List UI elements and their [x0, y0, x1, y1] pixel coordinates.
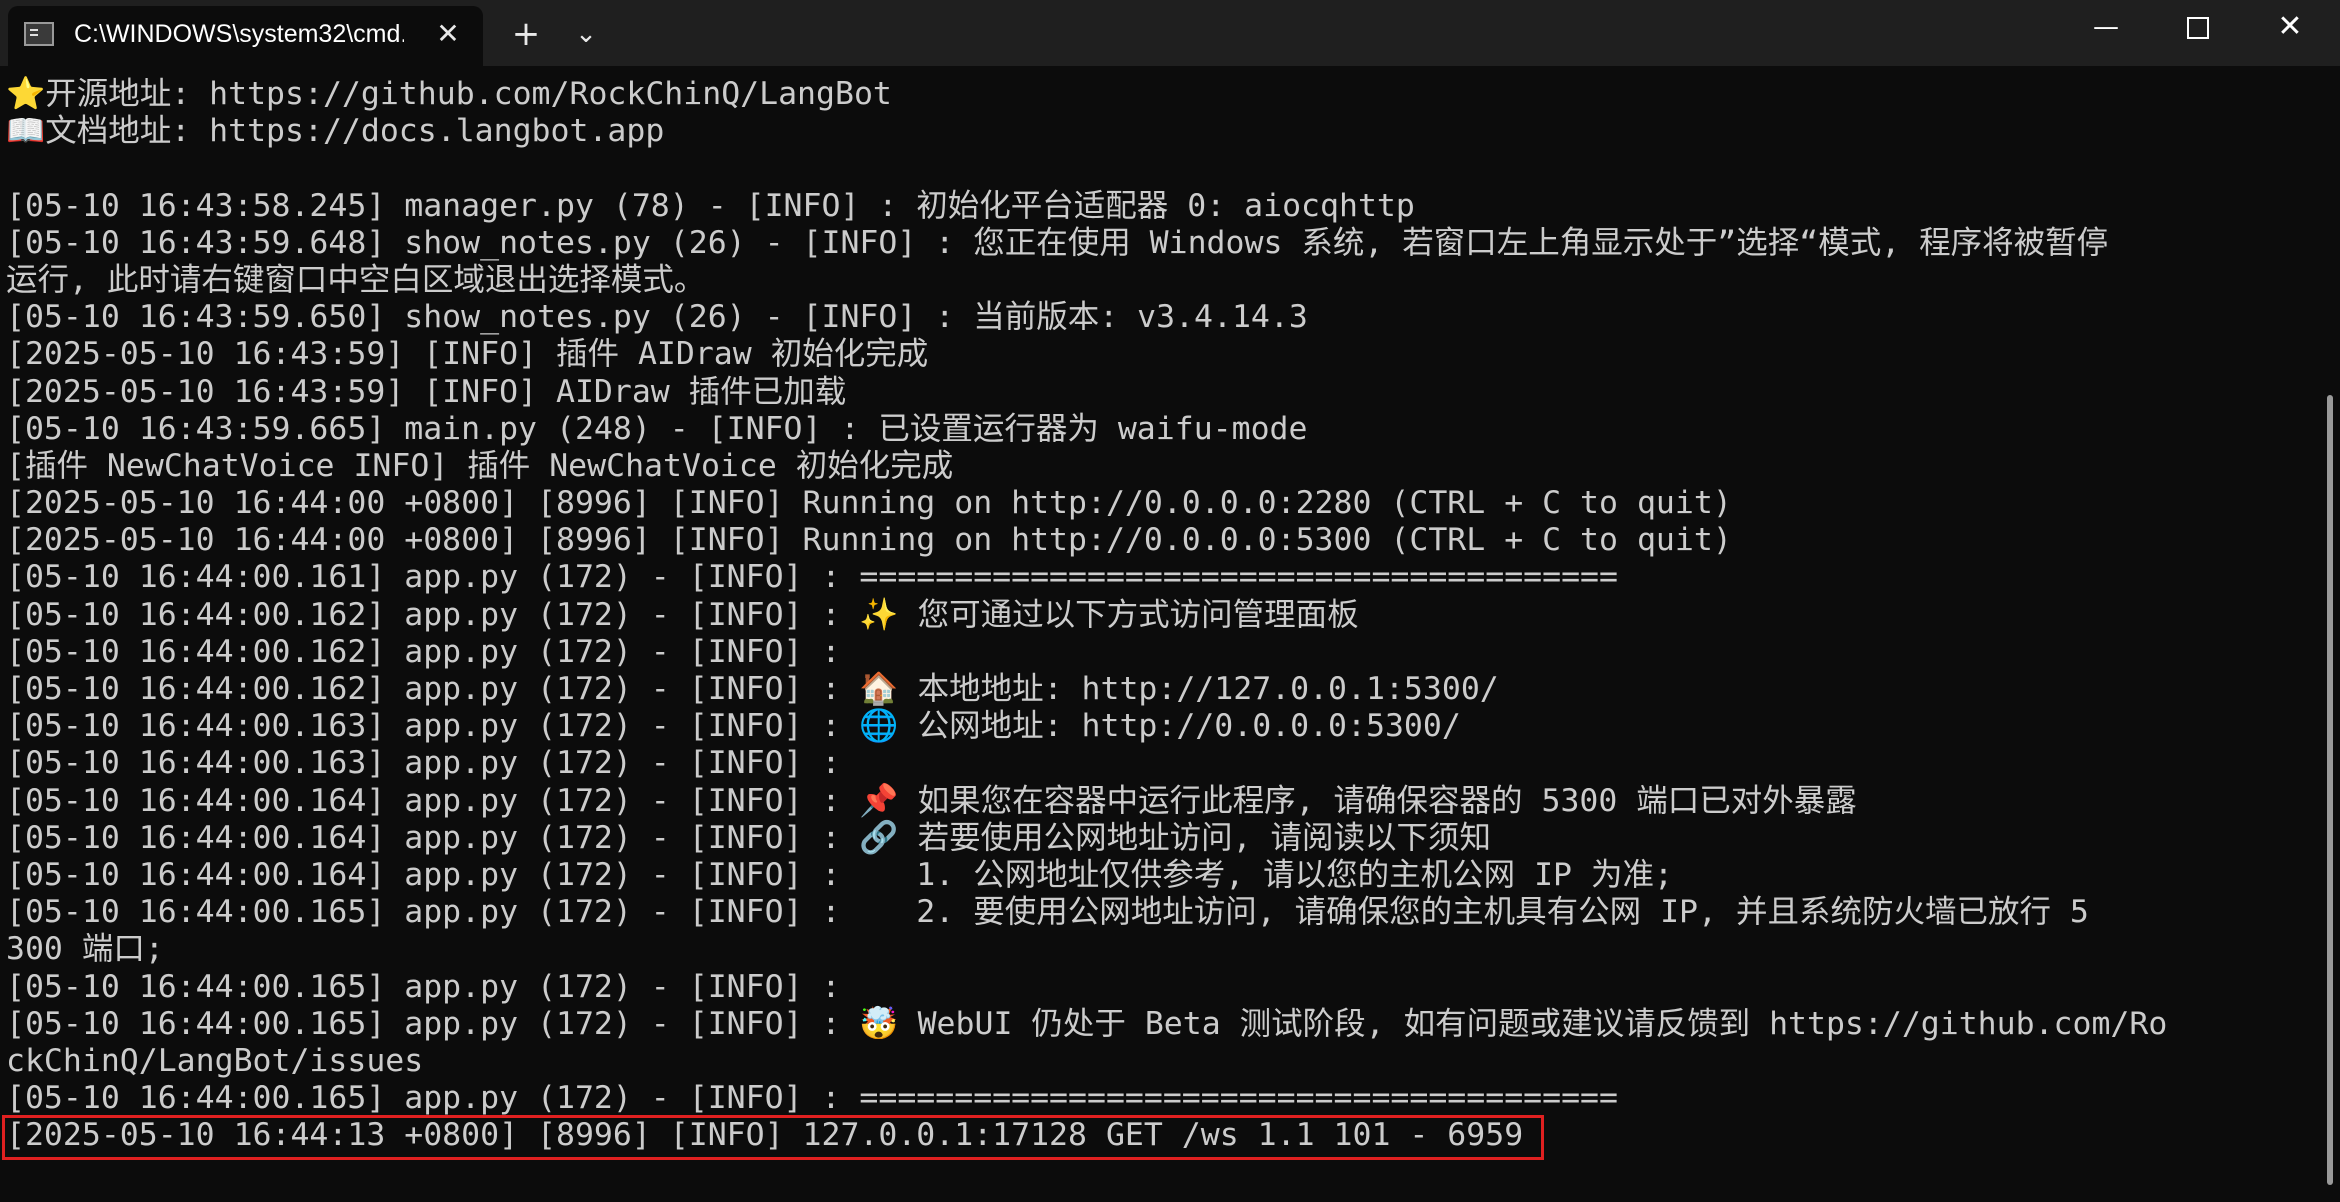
console-line: [05-10 16:44:00.161] app.py (172) - [INF… — [6, 559, 1618, 596]
scrollbar-thumb[interactable] — [2327, 395, 2333, 1185]
console-line: [插件 NewChatVoice INFO] 插件 NewChatVoice 初… — [6, 447, 954, 484]
chevron-down-icon[interactable]: ⌄ — [566, 14, 606, 54]
console-line: [05-10 16:44:00.165] app.py (172) - [INF… — [6, 894, 2089, 931]
console-output[interactable]: ⭐开源地址: https://github.com/RockChinQ/Lang… — [6, 76, 2306, 1202]
console-line: 300 端口; — [6, 931, 164, 968]
console-line: [2025-05-10 16:43:59] [INFO] 插件 AIDraw 初… — [6, 336, 929, 373]
console-line: [05-10 16:43:59.650] show_notes.py (26) … — [6, 299, 1308, 336]
console-line: [05-10 16:44:00.162] app.py (172) - [INF… — [6, 596, 1359, 633]
terminal-icon — [24, 22, 54, 46]
console-line: [2025-05-10 16:44:00 +0800] [8996] [INFO… — [6, 522, 1732, 559]
console-line: [05-10 16:43:59.665] main.py (248) - [IN… — [6, 410, 1308, 447]
close-tab-icon[interactable]: ✕ — [428, 14, 468, 54]
console-line: 📖文档地址: https://docs.langbot.app — [6, 113, 665, 150]
tab-cmd[interactable]: C:\WINDOWS\system32\cmd.e ✕ — [8, 6, 483, 66]
console-line: [05-10 16:44:00.162] app.py (172) - [INF… — [6, 671, 1499, 707]
console-line: [05-10 16:43:58.245] manager.py (78) - [… — [6, 187, 1415, 224]
console-line: [05-10 16:44:00.163] app.py (172) - [INF… — [6, 745, 841, 782]
tab-title: C:\WINDOWS\system32\cmd.e — [74, 20, 404, 48]
console-line: [05-10 16:44:00.165] app.py (172) - [INF… — [6, 1005, 2168, 1042]
maximize-icon — [2187, 16, 2209, 39]
console-line: [2025-05-10 16:43:59] [INFO] AIDraw 插件已加… — [6, 373, 847, 410]
console-line: [05-10 16:44:00.164] app.py (172) - [INF… — [6, 819, 1492, 856]
console-line: ⭐开源地址: https://github.com/RockChinQ/Lang… — [6, 76, 892, 112]
console-line: [05-10 16:44:00.164] app.py (172) - [INF… — [6, 782, 1857, 819]
maximize-button[interactable] — [2152, 0, 2244, 54]
new-tab-button[interactable]: + — [506, 14, 546, 54]
minimize-button[interactable]: — — [2060, 0, 2152, 54]
console-line: [05-10 16:44:00.165] app.py (172) - [INF… — [6, 968, 841, 1005]
console-line: [05-10 16:44:00.164] app.py (172) - [INF… — [6, 856, 1673, 893]
close-window-button[interactable]: ✕ — [2244, 0, 2336, 54]
console-line: [05-10 16:44:00.163] app.py (172) - [INF… — [6, 708, 1461, 745]
console-line: ckChinQ/LangBot/issues — [6, 1042, 424, 1079]
console-line: [05-10 16:44:00.162] app.py (172) - [INF… — [6, 633, 841, 670]
console-line: [05-10 16:43:59.648] show_notes.py (26) … — [6, 224, 2109, 261]
title-bar: C:\WINDOWS\system32\cmd.e ✕ + ⌄ — ✕ — [0, 0, 2340, 66]
console-line: [05-10 16:44:00.165] app.py (172) - [INF… — [6, 1080, 1618, 1117]
console-line: 运行, 此时请右键窗口中空白区域退出选择模式。 — [6, 261, 706, 298]
highlight-box — [2, 1115, 1544, 1160]
console-line: [2025-05-10 16:44:00 +0800] [8996] [INFO… — [6, 485, 1732, 522]
